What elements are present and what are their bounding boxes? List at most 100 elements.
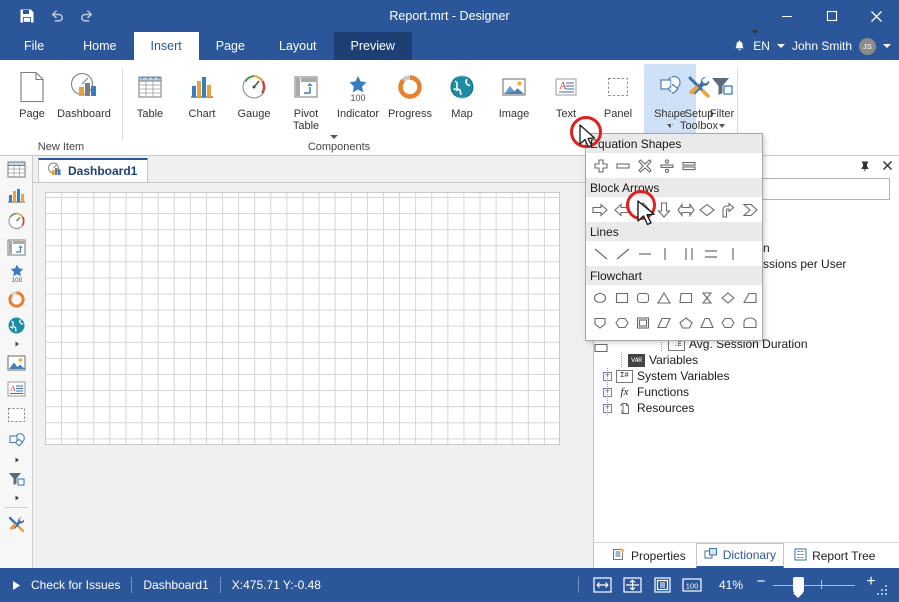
toolbox-filter-more[interactable] [0, 492, 33, 504]
tree-expander[interactable]: + [602, 368, 616, 384]
pin-icon[interactable] [857, 158, 872, 173]
toolbox-text-tool[interactable]: A [0, 376, 33, 402]
undo-icon[interactable] [48, 7, 66, 25]
close-icon[interactable] [880, 158, 895, 173]
trapezoid-shape-icon[interactable] [740, 288, 760, 307]
note-shape-icon[interactable] [590, 338, 611, 357]
user-name[interactable]: John Smith [792, 39, 852, 53]
chevron-shape-icon[interactable] [697, 200, 717, 219]
ellipse-shape-icon[interactable] [718, 313, 738, 332]
ribbon-item-map[interactable]: Map [436, 64, 488, 134]
toolbox-setup-tool[interactable] [0, 511, 33, 537]
components-expand-chevron-icon[interactable] [330, 135, 338, 139]
arrow-down-shape-icon[interactable] [654, 200, 674, 219]
zoom-out-button[interactable]: − [751, 576, 771, 588]
page-view-button[interactable] [647, 568, 677, 602]
arrow-right-shape-icon[interactable] [590, 200, 610, 219]
tree-item-resources[interactable]: + Resources [602, 400, 898, 416]
redo-icon[interactable] [78, 7, 96, 25]
arrow-pentagon-shape-icon[interactable] [740, 200, 760, 219]
tree-item-functions[interactable]: + fx Functions [602, 384, 898, 400]
toolbox-map-tool[interactable] [0, 312, 33, 338]
plus-shape-icon[interactable] [590, 156, 611, 175]
hourglass-shape-icon[interactable] [697, 288, 717, 307]
multiply-shape-icon[interactable] [634, 156, 655, 175]
document-tab-dashboard1[interactable]: Dashboard1 [38, 158, 148, 182]
arrow-up-shape-icon[interactable] [633, 200, 653, 219]
single-vertical-line-icon[interactable] [722, 244, 743, 263]
tree-expander[interactable]: + [602, 384, 616, 400]
tab-home[interactable]: Home [66, 32, 133, 60]
ribbon-item-page[interactable]: Page [6, 64, 58, 134]
toolbox-filter-tool[interactable] [0, 466, 33, 492]
diagonal-up-line-icon[interactable] [612, 244, 633, 263]
ribbon-item-progress[interactable]: Progress [384, 64, 436, 134]
tab-layout[interactable]: Layout [262, 32, 334, 60]
panel-tab-properties[interactable]: Properties [604, 543, 694, 568]
ribbon-item-text[interactable]: A Text [540, 64, 592, 134]
maximize-button[interactable] [809, 0, 854, 32]
top-bottom-line-icon[interactable] [700, 244, 721, 263]
ribbon-item-indicator[interactable]: 100 Indicator [332, 64, 384, 134]
toolbox-map-more[interactable] [0, 338, 33, 350]
language-chevron-down-icon[interactable] [777, 44, 785, 48]
toolbox-gauge-tool[interactable] [0, 208, 33, 234]
toolbox-pivot-table-tool[interactable] [0, 234, 33, 260]
rounded-rectangle-shape-icon[interactable] [633, 288, 653, 307]
zoom-slider-thumb[interactable] [793, 577, 804, 594]
equal-shape-icon[interactable] [678, 156, 699, 175]
shape-dropdown-menu[interactable]: Equation Shapes Block Arrows [585, 133, 763, 341]
vertical-line-icon[interactable] [656, 244, 677, 263]
design-canvas-area[interactable] [33, 182, 593, 568]
user-chevron-down-icon[interactable] [883, 44, 891, 48]
avatar[interactable]: JS [859, 38, 876, 55]
toolbox-progress-tool[interactable] [0, 286, 33, 312]
resize-grip[interactable] [877, 585, 889, 597]
check-for-issues-button[interactable]: Check for Issues [29, 578, 131, 592]
arch-shape-icon[interactable] [740, 313, 760, 332]
panel-tab-report-tree[interactable]: Report Tree [786, 544, 883, 568]
expand-icon[interactable]: + [603, 372, 612, 381]
slanted-shape-icon[interactable] [654, 313, 674, 332]
zoom-slider[interactable]: − + [755, 568, 875, 602]
close-button[interactable] [854, 0, 899, 32]
dictionary-search-chevron-down-icon[interactable] [752, 30, 758, 34]
bell-icon[interactable] [733, 40, 746, 53]
frame-shape-icon[interactable] [633, 313, 653, 332]
ribbon-item-table[interactable]: Table [124, 64, 176, 134]
horizontal-line-icon[interactable] [634, 244, 655, 263]
ribbon-item-dashboard[interactable]: Dashboard [58, 64, 110, 134]
triangle-shape-icon[interactable] [654, 288, 674, 307]
bent-arrow-shape-icon[interactable] [718, 200, 738, 219]
hexagon-shape-icon[interactable] [611, 313, 631, 332]
arrow-left-right-shape-icon[interactable] [676, 200, 696, 219]
tab-file[interactable]: File [0, 32, 66, 60]
language-label[interactable]: EN [753, 39, 770, 53]
tree-item-system-variables[interactable]: + Σ# System Variables [602, 368, 898, 384]
toolbox-shape-more[interactable] [0, 454, 33, 466]
minimize-button[interactable] [764, 0, 809, 32]
oval-shape-icon[interactable] [590, 288, 610, 307]
ribbon-item-pivot-table[interactable]: Pivot Table [280, 64, 332, 134]
rectangle-shape-icon[interactable] [611, 288, 631, 307]
ribbon-item-image[interactable]: Image [488, 64, 540, 134]
save-icon[interactable] [18, 7, 36, 25]
ribbon-item-gauge[interactable]: Gauge [228, 64, 280, 134]
toolbox-image-tool[interactable] [0, 350, 33, 376]
parallelogram-shape-icon[interactable] [676, 288, 696, 307]
toolbox-chart-tool[interactable] [0, 182, 33, 208]
report-page-canvas[interactable] [45, 192, 560, 445]
arrow-left-shape-icon[interactable] [611, 200, 631, 219]
zoom-100-button[interactable]: 100 [677, 568, 707, 602]
toolbox-indicator-tool[interactable]: 100 [0, 260, 33, 286]
pentagon-shape-icon[interactable] [676, 313, 696, 332]
status-expand-button[interactable] [12, 580, 29, 591]
minus-shape-icon[interactable] [612, 156, 633, 175]
tab-page[interactable]: Page [199, 32, 262, 60]
tab-preview[interactable]: Preview [334, 32, 412, 60]
diagonal-down-line-icon[interactable] [590, 244, 611, 263]
toolbox-table-tool[interactable] [0, 156, 33, 182]
expand-icon[interactable]: + [603, 404, 612, 413]
ribbon-item-setup-toolbox[interactable]: Setup Toolbox [673, 64, 725, 134]
triangle-flat-shape-icon[interactable] [697, 313, 717, 332]
